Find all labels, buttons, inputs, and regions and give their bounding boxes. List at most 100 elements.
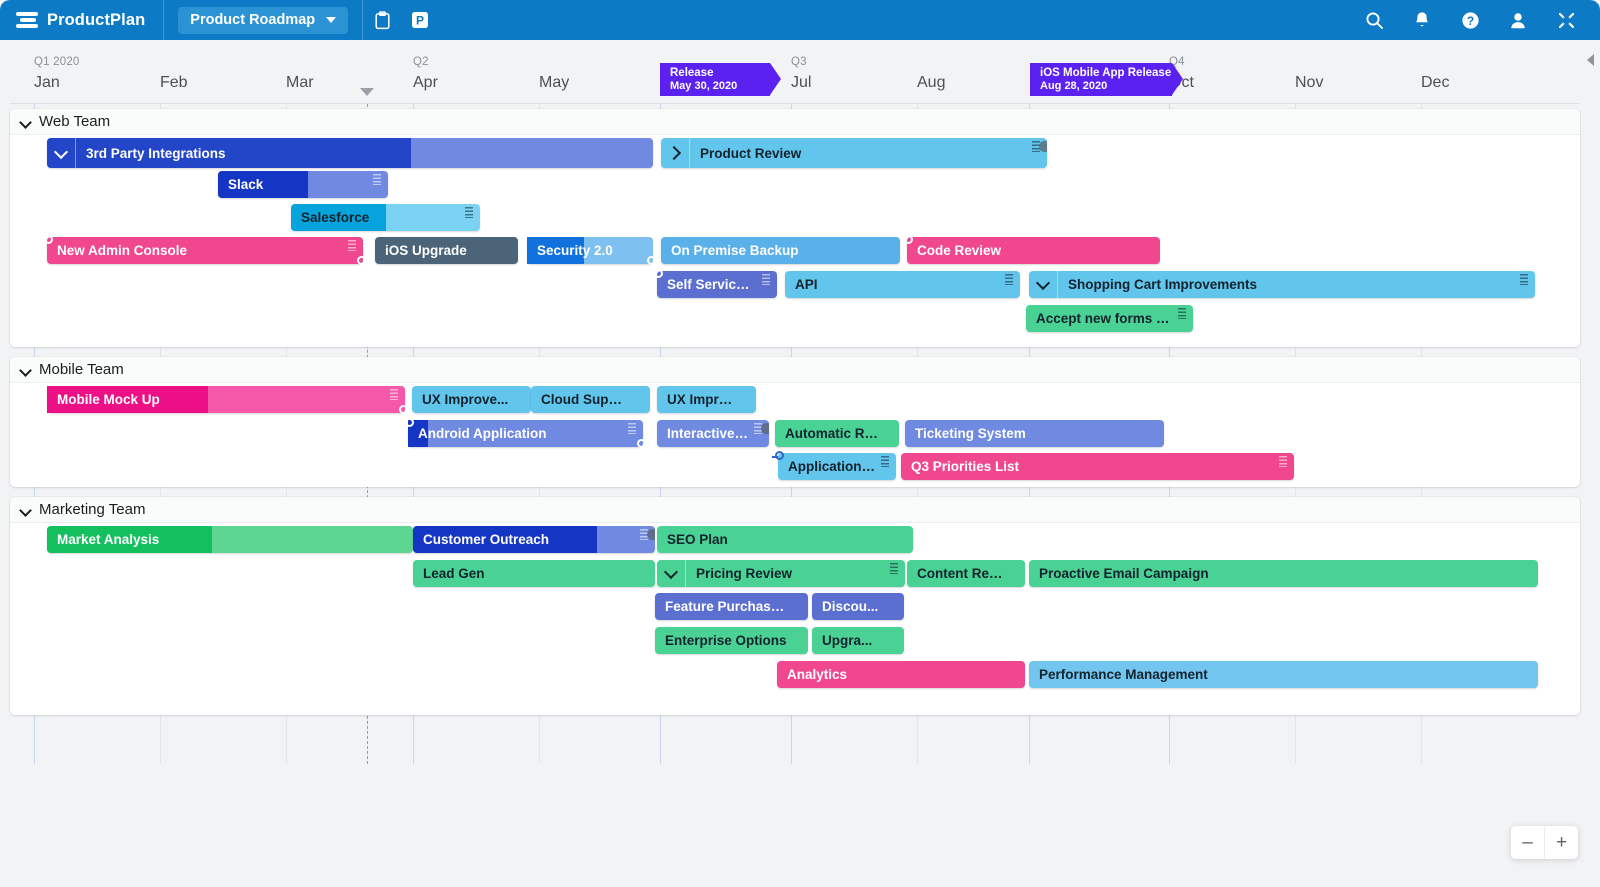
drag-handle[interactable] xyxy=(762,274,770,285)
month-label: Feb xyxy=(160,74,188,91)
swimlane-header[interactable]: Marketing Team xyxy=(10,497,1580,523)
search-icon[interactable] xyxy=(1354,0,1394,40)
roadmap-bar-label: iOS Upgrade xyxy=(385,243,467,258)
roadmap-bar[interactable]: iOS Upgrade xyxy=(375,237,518,264)
month-label: Aug xyxy=(917,74,946,91)
roadmap-bar[interactable]: Analytics xyxy=(777,661,1025,688)
p-square-icon[interactable]: P xyxy=(401,0,439,40)
roadmap-bar[interactable]: Cloud Support xyxy=(531,386,650,413)
comment-bubble-icon[interactable] xyxy=(761,423,769,434)
dependency-connector-left[interactable] xyxy=(651,269,663,278)
roadmap-bar[interactable]: Self Service ... xyxy=(651,269,777,298)
dependency-connector-left[interactable] xyxy=(772,451,784,460)
user-icon[interactable] xyxy=(1498,0,1538,40)
roadmap-bar[interactable]: UX Improve... xyxy=(412,386,531,413)
dependency-connector-left[interactable] xyxy=(402,418,414,427)
collapse-panel-arrow-icon[interactable] xyxy=(1587,54,1594,66)
roadmap-bar[interactable]: Accept new forms of.. xyxy=(1026,305,1193,332)
roadmap-bar[interactable]: Application ... xyxy=(772,451,896,480)
roadmap-bar[interactable]: Automatic Re... xyxy=(775,420,899,447)
roadmap-bar[interactable]: New Admin Console xyxy=(41,235,369,265)
dependency-connector-right[interactable] xyxy=(357,256,369,265)
drag-handle[interactable] xyxy=(1279,456,1287,467)
swimlane-header[interactable]: Mobile Team xyxy=(10,357,1580,383)
roadmap-bar[interactable]: Shopping Cart Improvements xyxy=(1029,271,1535,298)
roadmap-bar-label: Shopping Cart Improvements xyxy=(1068,277,1258,292)
comment-bubble-icon[interactable] xyxy=(647,529,655,540)
drag-handle[interactable] xyxy=(1005,274,1013,285)
drag-handle[interactable] xyxy=(373,174,381,185)
bell-icon[interactable] xyxy=(1402,0,1442,40)
collapse-children-chevron-down-icon[interactable] xyxy=(657,560,686,587)
roadmap-bar[interactable]: Salesforce xyxy=(291,204,480,231)
chevron-glyph xyxy=(666,145,682,161)
roadmap-bar[interactable]: API xyxy=(785,271,1020,298)
project-selector[interactable]: Product Roadmap xyxy=(178,6,349,34)
dependency-connector-right[interactable] xyxy=(399,405,411,414)
roadmap-bar[interactable]: Feature Purchasing xyxy=(655,593,808,620)
roadmap-bar[interactable]: Content Rev... xyxy=(907,560,1025,587)
roadmap-bar-label: Q3 Priorities List xyxy=(911,459,1020,474)
drag-handle[interactable] xyxy=(881,456,889,467)
swimlane-title: Web Team xyxy=(39,113,111,130)
roadmap-bar-label: Analytics xyxy=(787,667,848,682)
swimlane-header[interactable]: Web Team xyxy=(10,109,1580,135)
collapse-children-chevron-down-icon[interactable] xyxy=(47,138,76,168)
drag-handle[interactable] xyxy=(1520,274,1528,285)
expand-icon[interactable] xyxy=(1546,0,1586,40)
app-logo[interactable]: ProductPlan xyxy=(0,0,163,40)
roadmap-bar[interactable]: On Premise Backup xyxy=(661,237,900,264)
comment-bubble-icon[interactable] xyxy=(1039,141,1047,152)
roadmap-bar-label: Automatic Re... xyxy=(785,426,884,441)
roadmap-bar-label: Ticketing System xyxy=(915,426,1026,441)
roadmap-bar[interactable]: Security 2.0 xyxy=(527,237,659,265)
roadmap-bar[interactable]: Proactive Email Campaign xyxy=(1029,560,1538,587)
roadmap-bar[interactable]: Android Application xyxy=(402,418,649,448)
expand-children-chevron-right-icon[interactable] xyxy=(661,138,690,168)
milestone-flag[interactable]: iOS Mobile App Release Aug 28, 2020 xyxy=(1030,63,1183,96)
drag-handle[interactable] xyxy=(1178,308,1186,319)
svg-text:P: P xyxy=(416,13,424,27)
drag-handle[interactable] xyxy=(890,563,898,574)
top-navigation-bar: ProductPlan Product Roadmap P ? xyxy=(0,0,1600,40)
roadmap-bar[interactable]: Customer Outreach xyxy=(413,526,655,553)
roadmap-bar[interactable]: Lead Gen xyxy=(413,560,655,587)
drag-handle[interactable] xyxy=(465,207,473,218)
roadmap-bar[interactable]: Market Analysis xyxy=(47,526,413,553)
roadmap-bar[interactable]: Enterprise Options xyxy=(655,627,808,654)
zoom-controls: – + xyxy=(1511,826,1578,859)
milestone-flag[interactable]: Release May 30, 2020 xyxy=(660,63,781,96)
swimlane-marketing-team: Marketing Team Market Analysis Customer Ou… xyxy=(10,497,1580,715)
roadmap-bar[interactable]: Pricing Review xyxy=(657,560,905,587)
roadmap-bar[interactable]: UX Impro... xyxy=(657,386,756,413)
roadmap-bar[interactable]: Performance Management xyxy=(1029,661,1538,688)
question-circle-icon[interactable]: ? xyxy=(1450,0,1490,40)
dependency-connector-left[interactable] xyxy=(901,235,913,244)
month-label: May xyxy=(539,74,570,91)
roadmap-bar[interactable]: Product Review xyxy=(661,138,1047,168)
drag-handle[interactable] xyxy=(628,423,636,434)
zoom-in-button[interactable]: + xyxy=(1545,826,1578,859)
roadmap-bar-label: Security 2.0 xyxy=(537,243,613,258)
drag-handle[interactable] xyxy=(390,389,398,400)
today-marker-icon[interactable] xyxy=(360,88,374,96)
dependency-connector-left[interactable] xyxy=(41,235,53,244)
roadmap-bar[interactable]: Upgra... xyxy=(812,627,904,654)
roadmap-bar[interactable]: Slack xyxy=(218,171,388,198)
roadmap-bar[interactable]: SEO Plan xyxy=(657,526,913,553)
roadmap-bar-label: 3rd Party Integrations xyxy=(86,145,226,161)
zoom-out-button[interactable]: – xyxy=(1511,826,1545,859)
dependency-connector-right[interactable] xyxy=(647,256,659,265)
roadmap-bar[interactable]: Code Review xyxy=(901,235,1160,264)
collapse-children-chevron-down-icon[interactable] xyxy=(1029,271,1058,298)
roadmap-bar[interactable]: Interactive D... xyxy=(657,420,769,447)
roadmap-bar-label: Feature Purchasing xyxy=(665,599,792,614)
roadmap-bar[interactable]: 3rd Party Integrations xyxy=(47,138,653,168)
roadmap-bar[interactable]: Mobile Mock Up xyxy=(47,386,411,414)
clipboard-icon[interactable] xyxy=(363,0,401,40)
roadmap-bar[interactable]: Ticketing System xyxy=(905,420,1164,447)
drag-handle[interactable] xyxy=(348,240,356,251)
roadmap-bar[interactable]: Q3 Priorities List xyxy=(901,453,1294,480)
dependency-connector-right[interactable] xyxy=(637,439,649,448)
roadmap-bar[interactable]: Discou... xyxy=(812,593,904,620)
